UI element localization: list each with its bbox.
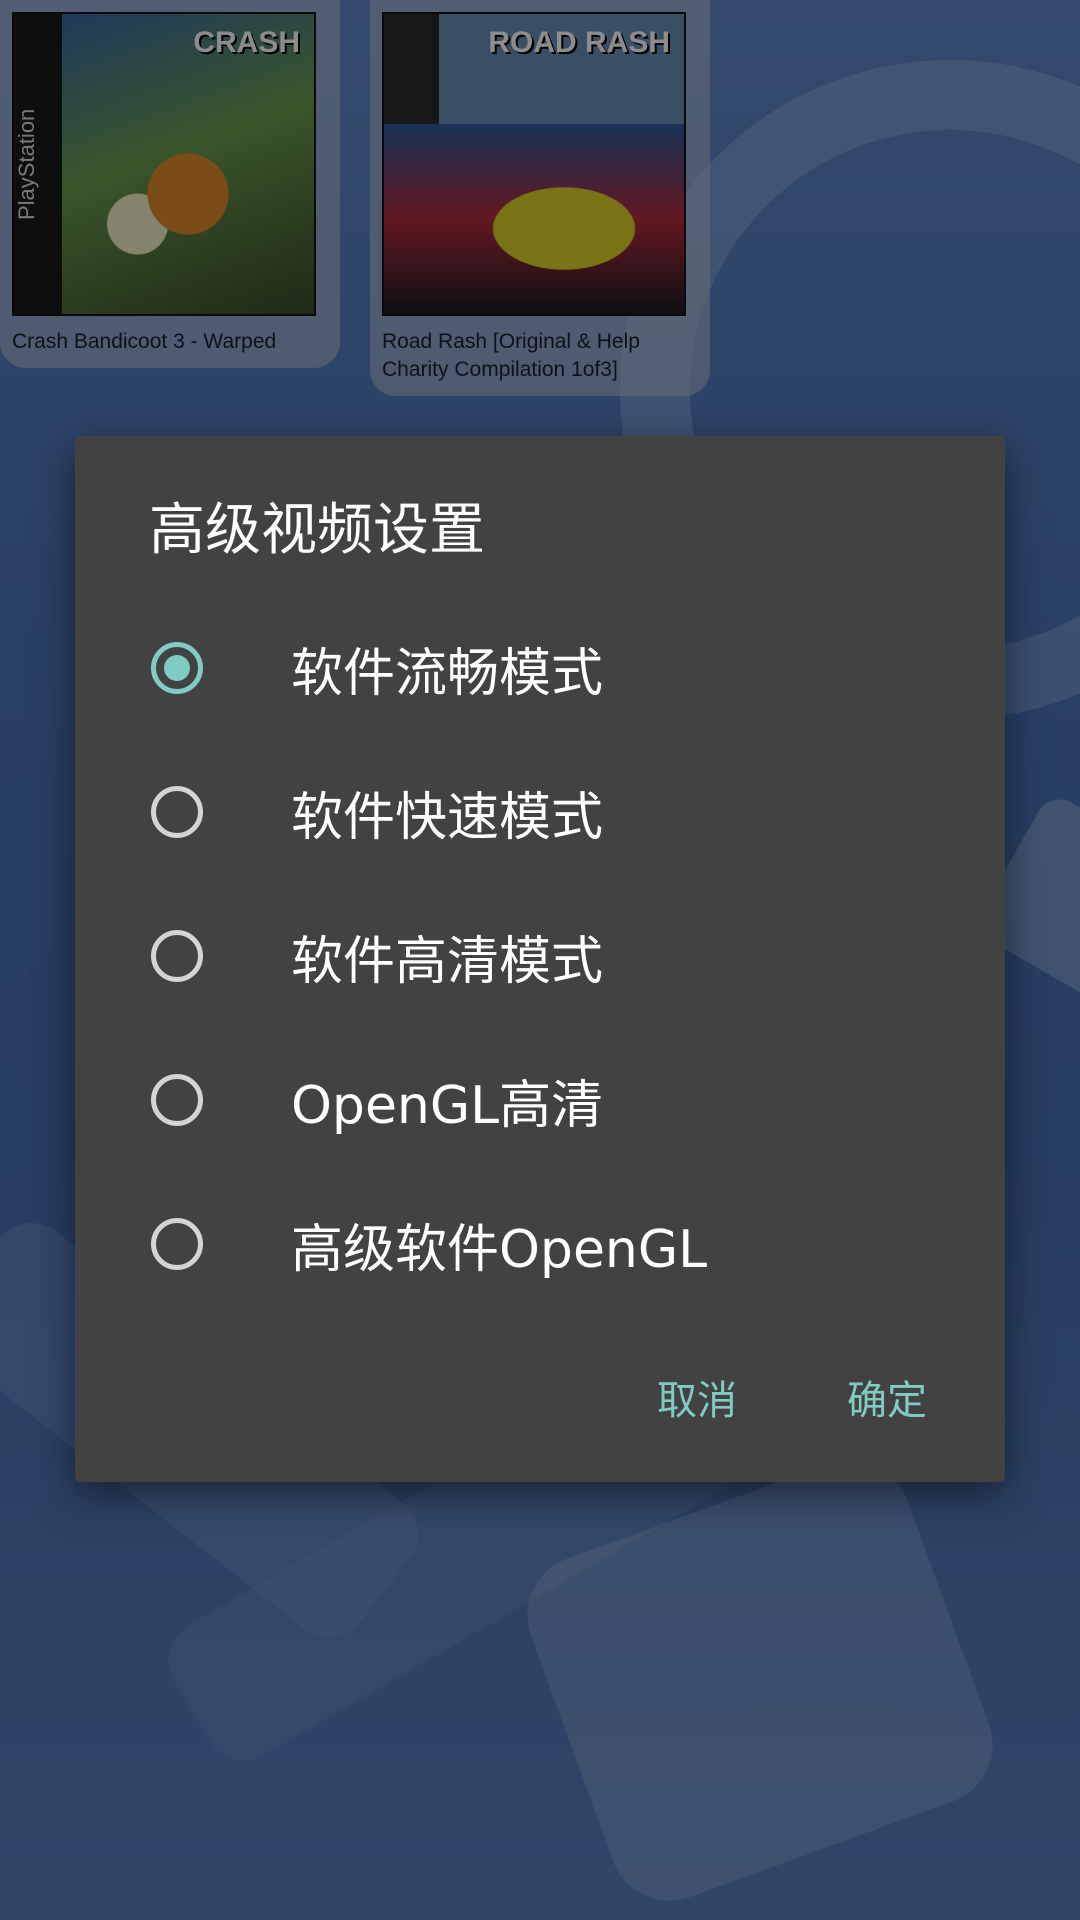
option-item-0[interactable]: 软件流畅模式	[75, 596, 1005, 740]
option-label: 高级软件OpenGL	[291, 1219, 708, 1280]
radio-selected-icon[interactable]	[151, 642, 203, 694]
radio-unselected-icon[interactable]	[151, 1074, 203, 1126]
option-label: 软件高清模式	[291, 931, 604, 992]
dialog-title: 高级视频设置	[149, 498, 485, 563]
radio-unselected-icon[interactable]	[151, 930, 203, 982]
video-settings-dialog: 高级视频设置 软件流畅模式 软件快速模式 软件高清模式 OpenGL高清 高级软…	[75, 436, 1005, 1482]
option-item-1[interactable]: 软件快速模式	[75, 740, 1005, 884]
option-label: OpenGL高清	[291, 1075, 604, 1136]
option-item-4[interactable]: 高级软件OpenGL	[75, 1172, 1005, 1316]
radio-unselected-icon[interactable]	[151, 786, 203, 838]
cancel-button[interactable]: 取消	[657, 1362, 737, 1432]
confirm-button[interactable]: 确定	[847, 1362, 927, 1432]
option-item-3[interactable]: OpenGL高清	[75, 1028, 1005, 1172]
option-label: 软件流畅模式	[291, 643, 604, 704]
dialog-actions: 取消 确定	[657, 1362, 927, 1432]
screen: PlayStation CRASH Crash Bandicoot 3 - Wa…	[0, 0, 1080, 1920]
option-label: 软件快速模式	[291, 787, 604, 848]
radio-unselected-icon[interactable]	[151, 1218, 203, 1270]
option-item-2[interactable]: 软件高清模式	[75, 884, 1005, 1028]
options-list: 软件流畅模式 软件快速模式 软件高清模式 OpenGL高清 高级软件OpenGL	[75, 596, 1005, 1316]
